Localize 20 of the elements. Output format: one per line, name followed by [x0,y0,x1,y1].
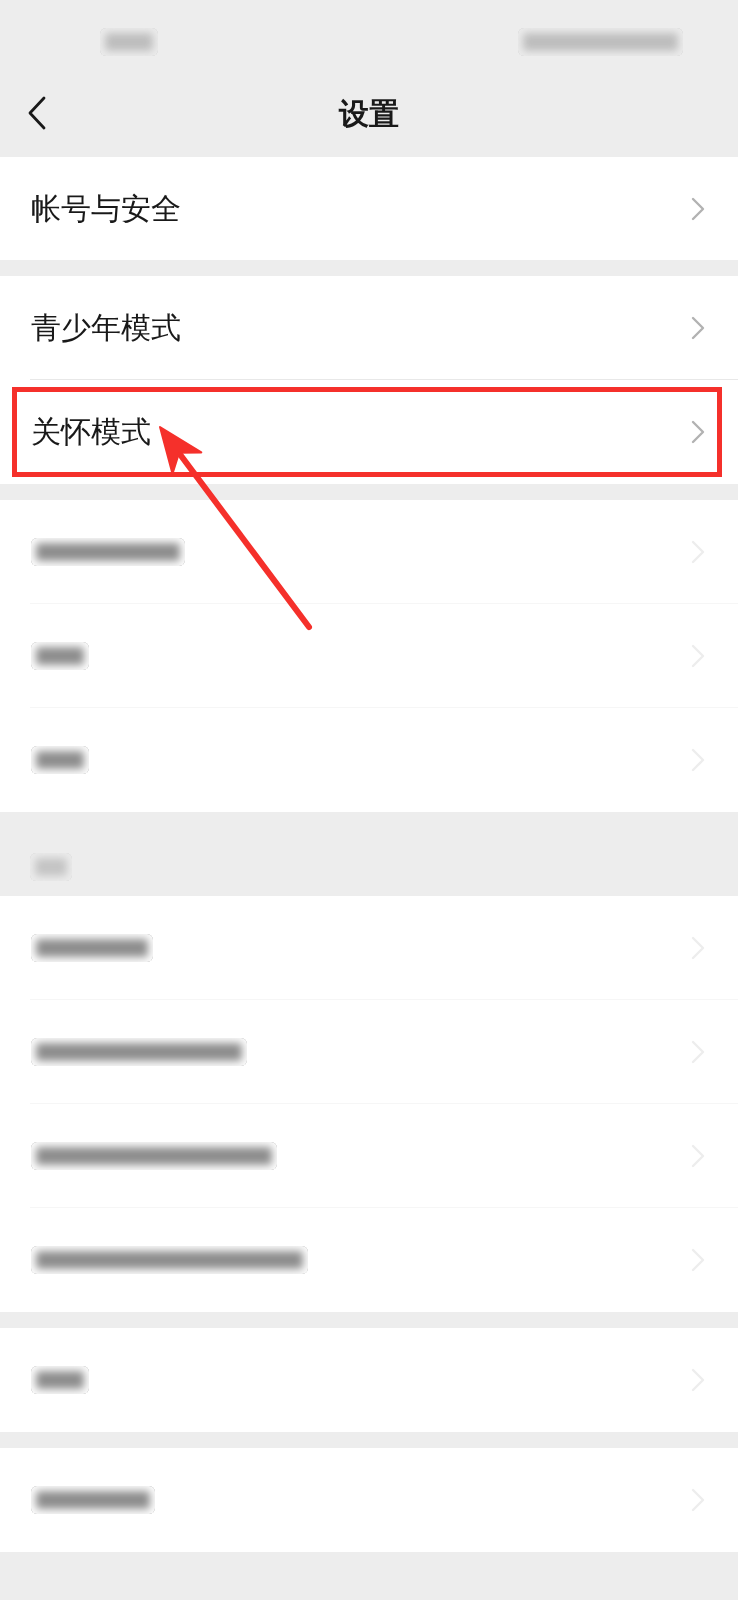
blurred-row[interactable] [0,500,738,604]
back-button[interactable] [27,95,47,130]
chevron-icon [691,316,705,340]
blurred-text [31,642,89,670]
settings-row[interactable]: 关怀模式 [0,380,738,484]
settings-row[interactable]: 青少年模式 [0,276,738,380]
blurred-row[interactable] [0,896,738,1000]
blurred-row[interactable] [0,1448,738,1552]
blurred-row[interactable] [0,1208,738,1312]
page-title: 设置 [339,94,399,133]
settings-row[interactable]: 帐号与安全 [0,157,738,260]
blurred-text [100,28,158,56]
chevron-icon [691,196,705,221]
back-chevron-icon [27,95,47,130]
chevron-icon [691,420,705,444]
blurred-text [30,853,72,881]
blurred-row[interactable] [0,1000,738,1104]
blurred-text [31,1366,89,1394]
blurred-row[interactable] [0,1104,738,1208]
blurred-text [31,746,89,774]
